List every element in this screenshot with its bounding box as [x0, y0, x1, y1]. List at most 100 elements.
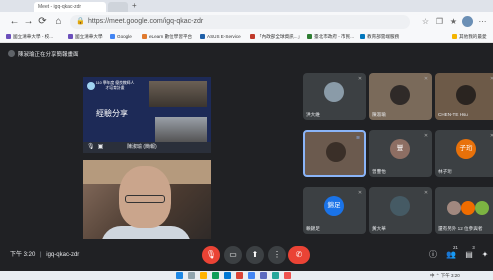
speaking-icon: ≋	[355, 135, 361, 141]
more-options-button[interactable]: ⋮	[268, 246, 286, 264]
chat-count: 3	[472, 245, 475, 250]
mic-off-icon: ✕	[423, 76, 429, 82]
participant-tile[interactable]: 子珩 ✕ 林子珩	[435, 130, 493, 177]
bookmark-icon	[250, 34, 255, 39]
participant-tile[interactable]: ✕ CHEN-TE Hsu	[435, 73, 493, 120]
bookmark-item[interactable]: 教育部雲端服務	[360, 33, 399, 41]
app-icon[interactable]	[284, 272, 291, 279]
info-icon[interactable]: ⓘ	[428, 250, 438, 260]
mic-off-icon: ✕	[489, 76, 493, 82]
bookmark-item[interactable]: 其他我的最愛	[452, 33, 487, 41]
bookmark-item[interactable]: Google	[110, 33, 132, 41]
edge-icon[interactable]	[224, 272, 231, 279]
school-logo	[87, 82, 95, 90]
slide-owner-label: 陳淑瑜 (簡報)	[127, 144, 157, 150]
activities-icon[interactable]: ✦	[480, 250, 490, 260]
slide-footer: 🎙 ▣ 陳淑瑜 (簡報)	[83, 142, 211, 153]
mic-icon: 🎙	[87, 144, 95, 150]
app-icon[interactable]	[236, 272, 243, 279]
mic-off-icon: ✕	[357, 76, 363, 82]
reload-button[interactable]: ⟳	[36, 15, 49, 28]
participant-count: 21	[453, 245, 458, 250]
bookmark-item[interactable]: 「內政部全球資訊...」	[250, 33, 302, 41]
bookmark-icon	[307, 34, 312, 39]
extensions-icon[interactable]: ☆	[420, 16, 431, 27]
folder-icon[interactable]	[200, 272, 207, 279]
avatar: 豐	[390, 139, 410, 159]
avatar	[461, 201, 475, 215]
bookmark-item[interactable]: 國立清華大學 - 校...	[6, 33, 53, 41]
bookmark-icon	[200, 34, 205, 39]
present-icon	[8, 50, 15, 57]
bookmark-item[interactable]: 臺北市政府 - 市民...	[307, 33, 354, 41]
menu-icon[interactable]: ⋯	[477, 16, 488, 27]
bookmark-icon	[68, 34, 73, 39]
participant-name: 陳淑瑜	[372, 112, 386, 117]
self-camera-tile[interactable]	[83, 160, 211, 240]
participant-name: 林子珩	[438, 169, 452, 174]
search-icon[interactable]	[188, 272, 195, 279]
bookmark-item[interactable]: 國立清華大學	[68, 33, 103, 41]
participant-tile[interactable]: ✕ 洪大維	[303, 73, 366, 120]
person-shirt	[101, 226, 191, 240]
avatar	[324, 82, 344, 102]
participant-tile[interactable]: ✕ 黃大華	[369, 187, 432, 234]
forward-button[interactable]: →	[22, 15, 35, 28]
participant-tile[interactable]: 錦足 ✕ 賴錦足	[303, 187, 366, 234]
collections-icon[interactable]: ❐	[434, 16, 445, 27]
camera-button[interactable]: ▭	[224, 246, 242, 264]
profile-avatar[interactable]	[462, 16, 473, 27]
slide-photo	[155, 117, 207, 145]
avatar	[475, 201, 489, 215]
video-person	[390, 85, 410, 105]
url-field[interactable]: https://meet.google.com/igq-qkac-zdr	[70, 15, 410, 29]
back-button[interactable]: ←	[8, 15, 21, 28]
end-call-button[interactable]: ✆	[288, 246, 310, 264]
tab-meet[interactable]: Meet - igq-qkac-zdr	[34, 2, 106, 12]
shared-slide[interactable]: 110 學年度 優良教師人才培育計畫 經驗分享 🎙 ▣ 陳淑瑜 (簡報)	[83, 77, 211, 153]
slide-photo	[149, 81, 207, 107]
bookmark-icon	[110, 34, 115, 39]
folder-icon	[452, 34, 457, 39]
bookmark-item[interactable]: eLearn 數位學習平台	[142, 33, 192, 41]
chat-icon[interactable]: ▤	[464, 250, 474, 260]
present-button[interactable]: ⬆	[246, 246, 264, 264]
avatar: 錦足	[324, 196, 344, 216]
more-participants-tile[interactable]: 還有另外 12 位參與者	[435, 187, 493, 234]
chrome-icon[interactable]	[248, 272, 255, 279]
video-person	[326, 142, 346, 162]
mic-off-icon: ✕	[489, 133, 493, 139]
app-icon[interactable]	[260, 272, 267, 279]
app-icon[interactable]	[212, 272, 219, 279]
bookmark-icon	[360, 34, 365, 39]
favorites-icon[interactable]: ★	[448, 16, 459, 27]
slide-title: 經驗分享	[96, 109, 128, 118]
participant-name: 還有另外 12 位參與者	[438, 226, 483, 231]
separator: |	[40, 252, 42, 258]
start-icon[interactable]	[176, 272, 183, 279]
presenter-label: 陳淑瑜正在分享簡報畫面	[8, 50, 79, 60]
mic-off-button[interactable]: 🎙	[202, 246, 220, 264]
app-icon[interactable]	[272, 272, 279, 279]
mic-off-icon: ✕	[423, 133, 429, 139]
video-person	[456, 85, 476, 105]
bookmark-icon	[6, 34, 11, 39]
participant-name: 曾豐怡	[372, 169, 386, 174]
lock-icon[interactable]: 🔒	[76, 18, 85, 26]
taskbar	[0, 271, 493, 280]
people-icon[interactable]: 👥	[446, 250, 456, 260]
meeting-info: 下午 3:20 | igq-qkac-zdr	[10, 249, 79, 261]
participant-tile[interactable]: 豐 ✕ 曾豐怡	[369, 130, 432, 177]
avatar: 子珩	[456, 139, 476, 159]
participant-tile-speaking[interactable]: ≋	[303, 130, 366, 177]
participant-tile[interactable]: ✕ 陳淑瑜	[369, 73, 432, 120]
tab-other[interactable]	[108, 2, 128, 12]
person-glasses	[125, 195, 165, 203]
bookmark-item[interactable]: ASUS E-Service	[200, 33, 241, 41]
mic-off-icon: ✕	[423, 190, 429, 196]
system-tray[interactable]: 中 ⌃ 下午 3:20	[430, 271, 460, 280]
mic-off-icon: ✕	[357, 190, 363, 196]
participant-name: 賴錦足	[306, 226, 320, 231]
home-button[interactable]: ⌂	[52, 15, 65, 28]
new-tab-button[interactable]: +	[132, 1, 137, 11]
